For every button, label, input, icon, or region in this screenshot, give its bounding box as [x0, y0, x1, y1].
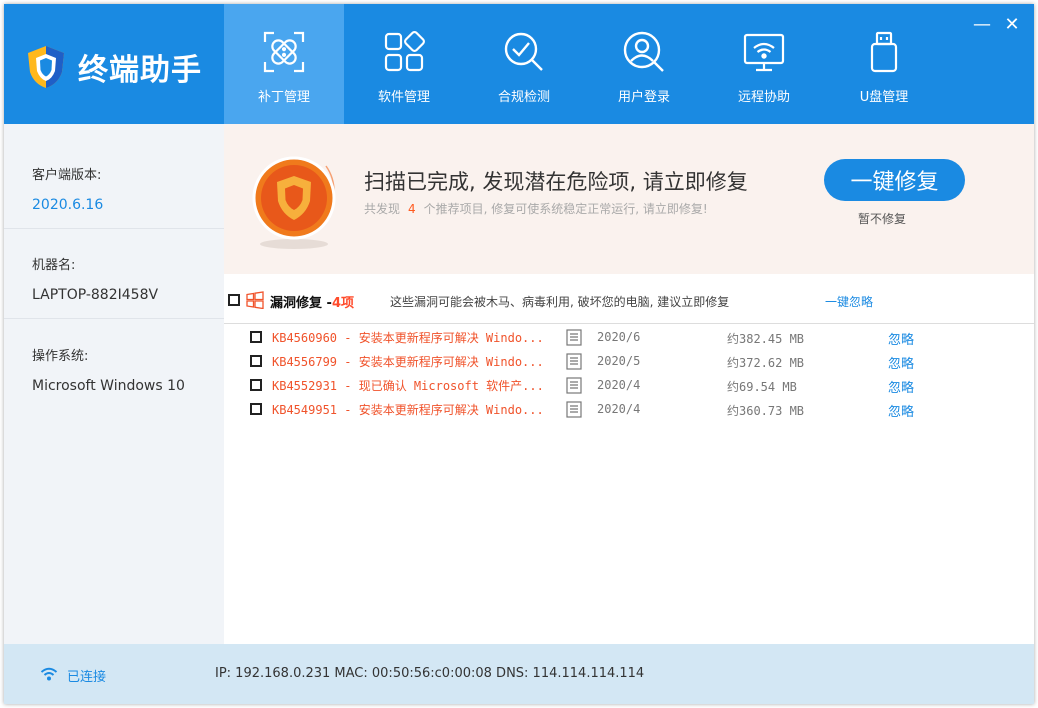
status-bar: 已连接 IP: 192.168.0.231 MAC: 00:50:56:c0:0… — [4, 644, 1034, 704]
patch-size: 约69.54 MB — [727, 380, 797, 394]
patch-date: 2020/4 — [597, 378, 641, 392]
patch-checkbox[interactable] — [250, 403, 262, 415]
ignore-patch-link[interactable]: 忽略 — [888, 353, 914, 372]
ignore-patch-link[interactable]: 忽略 — [888, 401, 914, 420]
connection-status: 已连接 — [67, 670, 107, 685]
client-info-panel: 客户端版本: 2020.6.16 机器名: LAPTOP-882I458V 操作… — [4, 124, 224, 644]
patch-checkbox[interactable] — [250, 331, 262, 343]
details-doc-icon[interactable] — [566, 353, 582, 370]
os-label: 操作系统: — [32, 349, 89, 364]
client-version-block: 客户端版本: 2020.6.16 — [4, 124, 224, 229]
summary-count: 4 — [408, 202, 416, 216]
patch-date: 2020/5 — [597, 354, 641, 368]
section-description: 这些漏洞可能会被木马、病毒利用, 破坏您的电脑, 建议立即修复 — [390, 295, 730, 309]
tab-software-management[interactable]: 软件管理 — [344, 4, 464, 124]
tab-patch-management[interactable]: 补丁管理 — [224, 4, 344, 124]
app-title: 终端助手 — [78, 53, 202, 88]
close-button[interactable]: ✕ — [1002, 14, 1022, 35]
ignore-patch-link[interactable]: 忽略 — [888, 377, 914, 396]
os-block: 操作系统: Microsoft Windows 10 — [4, 319, 224, 424]
os-value: Microsoft Windows 10 — [32, 378, 185, 394]
shield-logo-icon — [28, 46, 64, 88]
client-version-value: 2020.6.16 — [32, 197, 104, 213]
patch-name: KB4552931 - 现已确认 Microsoft 软件产... — [272, 379, 544, 393]
patch-row: KB4560960 - 安装本更新程序可解决 Windo... 2020/6 约… — [224, 326, 1034, 350]
patch-name: KB4549951 - 安装本更新程序可解决 Windo... — [272, 403, 544, 417]
patch-row: KB4552931 - 现已确认 Microsoft 软件产... 2020/4… — [224, 374, 1034, 398]
machine-name-block: 机器名: LAPTOP-882I458V — [4, 229, 224, 319]
user-login-icon — [623, 31, 664, 72]
machine-name-value: LAPTOP-882I458V — [32, 287, 159, 303]
header-bar: 终端助手 补丁管理 软件管理 合规检测 用户登录 远程协助 U盘管理 — ✕ — [4, 4, 1034, 124]
tab-label: 补丁管理 — [257, 90, 310, 105]
patch-size: 约360.73 MB — [727, 404, 805, 418]
patch-date: 2020/4 — [597, 402, 641, 416]
remote-assist-icon — [743, 33, 785, 72]
machine-name-label: 机器名: — [32, 258, 76, 273]
details-doc-icon[interactable] — [566, 377, 582, 394]
tab-label: 用户登录 — [617, 90, 670, 105]
one-click-fix-button[interactable]: 一键修复 — [824, 159, 965, 201]
tab-usb-management[interactable]: U盘管理 — [824, 4, 944, 124]
usb-drive-icon — [870, 31, 898, 73]
vulnerability-section-header: 漏洞修复 - 4项 这些漏洞可能会被木马、病毒利用, 破坏您的电脑, 建议立即修… — [224, 286, 1034, 324]
ignore-all-link[interactable]: 一键忽略 — [825, 293, 873, 310]
tab-user-login[interactable]: 用户登录 — [584, 4, 704, 124]
tab-remote-assist[interactable]: 远程协助 — [704, 4, 824, 124]
minimize-button[interactable]: — — [972, 14, 992, 35]
patch-name: KB4556799 - 安装本更新程序可解决 Windo... — [272, 355, 544, 369]
tab-label: U盘管理 — [859, 90, 909, 105]
patch-checkbox[interactable] — [250, 355, 262, 367]
wifi-icon — [40, 667, 58, 681]
scan-result-title: 扫描已完成, 发现潜在危险项, 请立即修复 — [364, 170, 748, 194]
summary-prefix: 共发现 — [364, 202, 401, 216]
patch-checkbox[interactable] — [250, 379, 262, 391]
scan-result-summary: 共发现 4 个推荐项目, 修复可使系统稳定正常运行, 请立即修复! — [364, 200, 708, 217]
tab-compliance-check[interactable]: 合规检测 — [464, 4, 584, 124]
client-version-label: 客户端版本: — [32, 168, 102, 183]
section-count: 4项 — [332, 296, 355, 311]
tab-label: 合规检测 — [497, 90, 550, 105]
select-all-checkbox[interactable] — [228, 294, 240, 306]
tab-label: 远程协助 — [737, 90, 790, 105]
ignore-patch-link[interactable]: 忽略 — [888, 329, 914, 348]
compliance-check-icon — [504, 32, 543, 71]
main-nav: 补丁管理 软件管理 合规检测 用户登录 远程协助 U盘管理 — [224, 4, 944, 124]
patch-row: KB4549951 - 安装本更新程序可解决 Windo... 2020/4 约… — [224, 398, 1034, 422]
patch-row: KB4556799 - 安装本更新程序可解决 Windo... 2020/5 约… — [224, 350, 1034, 374]
skip-fix-link[interactable]: 暂不修复 — [858, 210, 906, 227]
patch-date: 2020/6 — [597, 330, 641, 344]
patch-size: 约382.45 MB — [727, 332, 805, 346]
patch-name: KB4560960 - 安装本更新程序可解决 Windo... — [272, 331, 544, 345]
details-doc-icon[interactable] — [566, 329, 582, 346]
app-window: 终端助手 补丁管理 软件管理 合规检测 用户登录 远程协助 U盘管理 — ✕ 客… — [4, 4, 1034, 704]
main-content: 扫描已完成, 发现潜在危险项, 请立即修复 共发现 4 个推荐项目, 修复可使系统稳… — [224, 124, 1034, 644]
app-logo: 终端助手 — [24, 42, 214, 92]
section-title: 漏洞修复 - — [270, 292, 332, 311]
scan-result-banner: 扫描已完成, 发现潜在危险项, 请立即修复 共发现 4 个推荐项目, 修复可使系统稳… — [224, 124, 1034, 274]
details-doc-icon[interactable] — [566, 401, 582, 418]
software-grid-icon — [384, 31, 425, 72]
section-title-text: 漏洞修复 — [270, 296, 323, 311]
windows-logo-icon — [246, 291, 264, 309]
patch-size: 约372.62 MB — [727, 356, 805, 370]
network-info: IP: 192.168.0.231 MAC: 00:50:56:c0:00:08… — [215, 666, 645, 681]
patch-icon — [263, 31, 305, 73]
warning-shield-icon — [252, 156, 336, 249]
summary-suffix: 个推荐项目, 修复可使系统稳定正常运行, 请立即修复! — [423, 202, 708, 216]
tab-label: 软件管理 — [377, 90, 430, 105]
